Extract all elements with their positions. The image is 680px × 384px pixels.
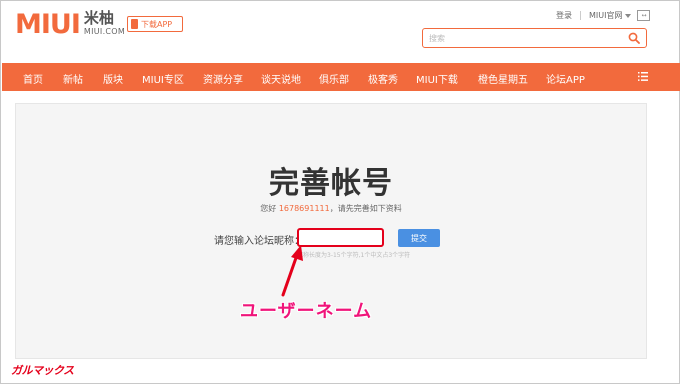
- nav-item-orange-friday[interactable]: 橙色星期五: [478, 71, 528, 86]
- official-site-link[interactable]: MIUI官网: [589, 10, 622, 21]
- search-icon[interactable]: [628, 32, 640, 44]
- browser-frame: MIUI 米柚 MIUI.COM 下载APP 登录 MIUI官网 ↔ 首页: [0, 0, 680, 384]
- nav-item-home[interactable]: 首页: [23, 71, 43, 86]
- nav-item-forums[interactable]: 版块: [103, 71, 123, 86]
- download-app-button[interactable]: 下载APP: [127, 16, 183, 32]
- nickname-input[interactable]: [303, 231, 383, 244]
- logo-text: MIUI: [15, 9, 81, 40]
- divider: [580, 11, 581, 20]
- header: MIUI 米柚 MIUI.COM 下载APP 登录 MIUI官网 ↔: [1, 1, 680, 61]
- nav-item-chat[interactable]: 谈天说地: [261, 71, 301, 86]
- submit-button[interactable]: 提交: [398, 229, 440, 247]
- phone-number: 1678691111: [278, 204, 330, 213]
- logo-domain: MIUI.COM: [83, 27, 126, 36]
- top-links: 登录 MIUI官网 ↔: [556, 10, 651, 21]
- greeting: 您好 1678691111，请先完善如下资料: [260, 204, 402, 213]
- nav-item-club[interactable]: 俱乐部: [319, 71, 349, 86]
- login-link[interactable]: 登录: [556, 10, 572, 21]
- nav-item-miui-zone[interactable]: MIUI专区: [142, 71, 184, 86]
- hamburger-menu-icon[interactable]: [638, 72, 648, 81]
- logo-cn: 米柚: [83, 9, 114, 27]
- page-title: 完善帐号: [269, 166, 393, 201]
- chevron-down-icon[interactable]: [625, 13, 632, 18]
- nav-item-forum-app[interactable]: 论坛APP: [546, 71, 585, 86]
- annotation-label: ユーザーネーム: [240, 301, 373, 322]
- annotation-arrow: [281, 245, 303, 297]
- expand-icon[interactable]: ↔: [637, 10, 651, 21]
- miui-logo[interactable]: MIUI 米柚 MIUI.COM: [15, 10, 125, 40]
- search-input[interactable]: [429, 33, 619, 44]
- download-app-label: 下载APP: [141, 19, 173, 29]
- watermark-logo: ガルマックス: [11, 364, 74, 377]
- nav-item-geek-show[interactable]: 极客秀: [368, 71, 398, 86]
- nickname-hint: 昵称长度为3-15个字符,1个中文占3个字符: [297, 252, 411, 259]
- search-box: [422, 28, 647, 48]
- nav-item-miui-download[interactable]: MIUI下载: [416, 71, 458, 86]
- main-nav: 首页 新帖 版块 MIUI专区 资源分享 谈天说地 俱乐部 极客秀 MIUI下载…: [2, 63, 680, 91]
- nav-item-resources[interactable]: 资源分享: [203, 71, 243, 86]
- nav-item-new-posts[interactable]: 新帖: [63, 71, 83, 86]
- phone-icon: [131, 19, 138, 29]
